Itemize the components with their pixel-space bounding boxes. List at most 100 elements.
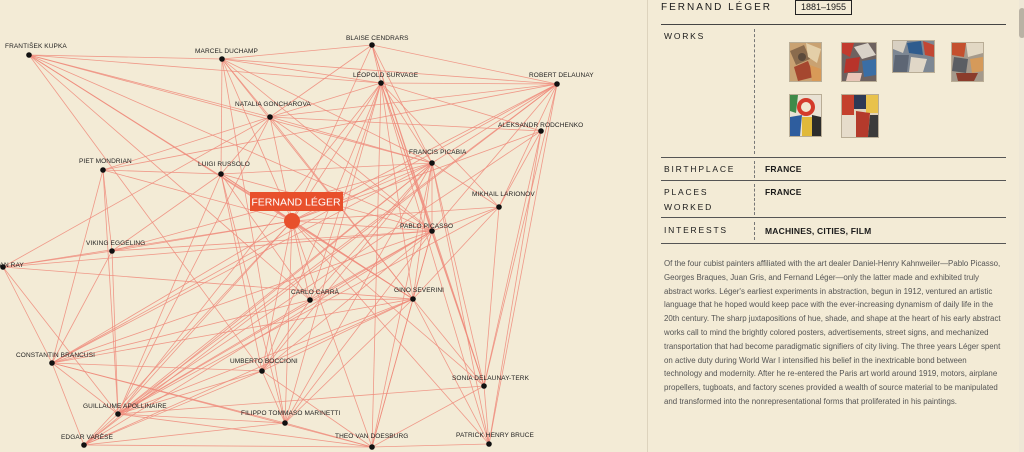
edge-15-18 (412, 298, 485, 387)
works-divider (754, 29, 755, 154)
node-dot-6[interactable] (538, 128, 544, 134)
scrollbar[interactable] (1019, 0, 1024, 452)
scrollbar-thumb[interactable] (1019, 8, 1024, 38)
node-dot-16[interactable] (49, 360, 55, 366)
node-dot-2[interactable] (369, 42, 375, 48)
work-thumbnail-3[interactable] (892, 40, 935, 73)
edge-9-23 (431, 162, 490, 445)
edge-11-18 (431, 230, 485, 387)
work-thumbnail-6[interactable] (841, 94, 879, 138)
birthplace-row: BIRTHPLACE FRANCE (661, 158, 1006, 181)
node-dot-23[interactable] (486, 441, 492, 447)
node-label-13[interactable]: MAN RAY (0, 262, 24, 269)
edge-11-20 (284, 230, 433, 424)
node-label-14[interactable]: CARLO CARRÀ (291, 287, 340, 296)
node-dot-9[interactable] (429, 160, 435, 166)
edge-13-19 (2, 266, 119, 415)
works-label: WORKS (664, 31, 706, 41)
node-label-7[interactable]: PIET MONDRIAN (79, 158, 132, 165)
network-graph[interactable]: FRANTIŠEK KUPKA MARCEL DUCHAMP BLAISE CEND… (0, 0, 647, 452)
node-label-8[interactable]: LUIGI RUSSOLO (198, 161, 250, 168)
node-label-16[interactable]: CONSTANTIN BRANCUSI (16, 352, 95, 359)
edge-4-16 (51, 83, 558, 364)
artist-header: FERNAND LÉGER 1881–1955 (661, 0, 1006, 25)
node-label-18[interactable]: SONIA DELAUNAY-TERK (452, 375, 530, 382)
node-dot-17[interactable] (259, 368, 265, 374)
node-label-17[interactable]: UMBERTO BOCCIONI (230, 358, 298, 365)
edge-10-18 (483, 206, 500, 387)
interests-label: INTERESTS (664, 225, 728, 235)
node-dot-4[interactable] (554, 81, 560, 87)
work-thumbnail-5[interactable] (789, 94, 822, 137)
birthplace-divider (754, 161, 755, 178)
artist-biography: Of the four cubist painters affiliated w… (664, 259, 1001, 406)
edge-0-17 (28, 54, 263, 372)
edge-3-10 (380, 82, 500, 208)
node-dot-7[interactable] (100, 167, 106, 173)
edge-15-23 (412, 298, 490, 445)
node-dot-20[interactable] (282, 420, 288, 426)
node-dot-14[interactable] (307, 297, 313, 303)
edge-9-14 (309, 162, 433, 301)
edge-4-5 (269, 83, 558, 118)
artist-name: FERNAND LÉGER (661, 2, 773, 13)
node-label-21[interactable]: EDGAR VARÈSE (61, 432, 114, 441)
node-label-22[interactable]: THEO VAN DOESBURG (335, 433, 408, 440)
edge-8-9 (220, 162, 433, 175)
edge-15-19 (117, 298, 414, 415)
edge-0-14 (28, 54, 311, 301)
focus-node-dot[interactable] (284, 213, 300, 229)
node-label-6[interactable]: ALEKSANDR RODCHENKO (498, 122, 583, 129)
node-dot-10[interactable] (496, 204, 502, 210)
node-label-15[interactable]: GINO SEVERINI (394, 287, 444, 294)
node-dot-22[interactable] (369, 444, 375, 450)
node-label-20[interactable]: FILIPPO TOMMASO MARINETTI (241, 410, 341, 417)
node-label-19[interactable]: GUILLAUME APOLLINAIRE (83, 403, 167, 410)
node-label-23[interactable]: PATRICK HENRY BRUCE (456, 432, 535, 439)
edge-focus-13 (2, 220, 293, 268)
node-label-3[interactable]: LÉOPOLD SURVAGE (353, 70, 419, 79)
node-label-9[interactable]: FRANCIS PICABIA (409, 149, 467, 156)
edge-3-5 (269, 82, 382, 118)
work-thumbnail-1[interactable] (789, 42, 822, 82)
node-dot-19[interactable] (115, 411, 121, 417)
edge-13-16 (2, 266, 53, 364)
edge-19-22 (117, 413, 373, 448)
node-dot-12[interactable] (109, 248, 115, 254)
node-dot-18[interactable] (481, 383, 487, 389)
work-thumbnail-2[interactable] (841, 42, 877, 82)
node-label-0[interactable]: FRANTIŠEK KUPKA (5, 41, 67, 50)
edge-1-8 (220, 58, 223, 175)
interests-row: INTERESTS MACHINES, CITIES, FILM (661, 218, 1006, 244)
node-dot-0[interactable] (26, 52, 32, 58)
node-label-10[interactable]: MIKHAIL LARIONOV (472, 191, 535, 198)
work-thumbnail-4[interactable] (951, 42, 984, 82)
node-label-1[interactable]: MARCEL DUCHAMP (195, 48, 258, 55)
edge-22-23 (371, 443, 490, 448)
node-label-5[interactable]: NATALIA GONCHAROVA (235, 101, 311, 108)
edge-4-21 (83, 83, 558, 446)
artist-info-panel: FERNAND LÉGER 1881–1955 WORKS BIRTHPLACE… (647, 0, 1024, 452)
focus-label[interactable]: FERNAND LÉGER (251, 196, 341, 209)
interests-value: MACHINES, CITIES, FILM (765, 226, 872, 236)
edge-4-23 (488, 83, 558, 445)
node-dot-5[interactable] (267, 114, 273, 120)
node-label-11[interactable]: PABLO PICASSO (400, 223, 453, 230)
edge-14-15 (309, 298, 414, 301)
node-label-4[interactable]: ROBERT DELAUNAY (529, 72, 594, 79)
node-label-2[interactable]: BLAISE CENDRARS (346, 35, 409, 42)
places-label-line-2: WORKED (664, 202, 714, 212)
edge-10-19 (117, 206, 500, 415)
node-dot-1[interactable] (219, 56, 225, 62)
places-row: PLACES WORKED FRANCE (661, 181, 1006, 218)
node-dot-3[interactable] (378, 80, 384, 86)
edge-7-16 (51, 169, 104, 364)
edge-3-4 (380, 82, 558, 85)
node-dot-21[interactable] (81, 442, 87, 448)
edge-21-22 (83, 444, 373, 448)
node-dot-15[interactable] (410, 296, 416, 302)
node-label-12[interactable]: VIKING EGGELING (86, 240, 145, 247)
node-dot-8[interactable] (218, 171, 224, 177)
network-graph-svg: FRANTIŠEK KUPKA MARCEL DUCHAMP BLAISE CEND… (0, 35, 594, 450)
edge-15-20 (284, 298, 414, 424)
